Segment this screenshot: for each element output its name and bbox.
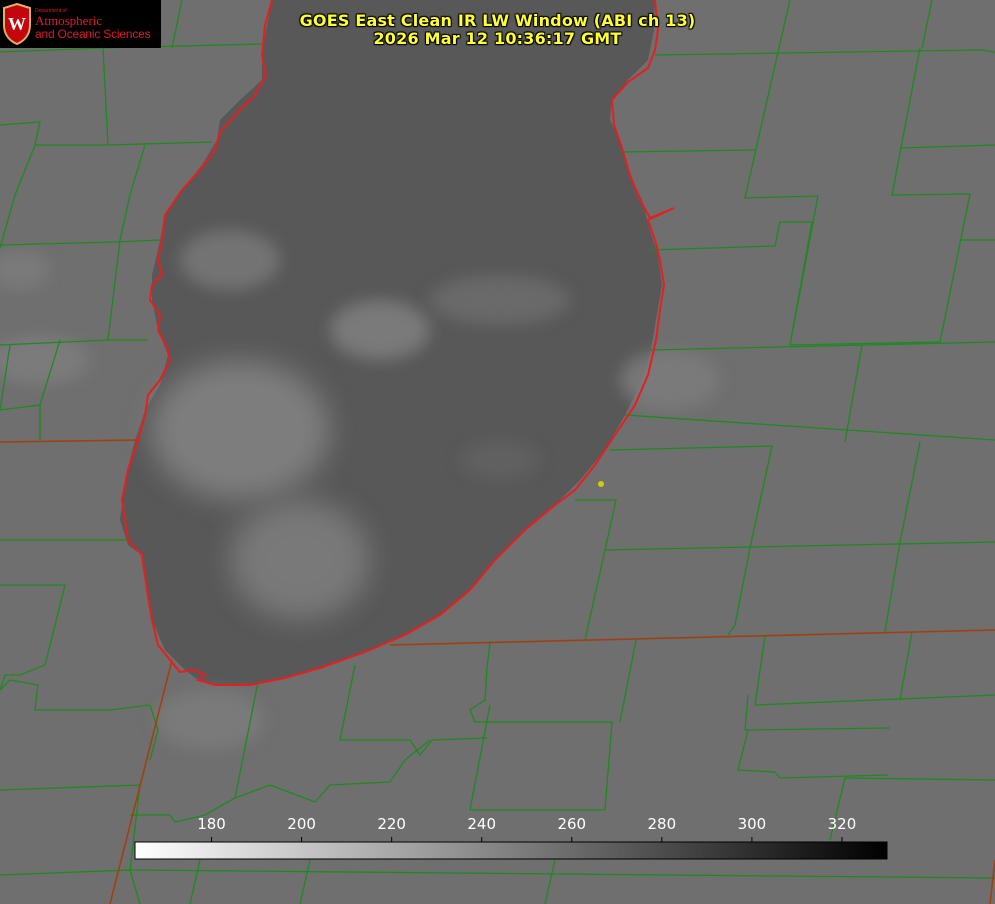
colorbar-tick-label-220: 220 — [377, 815, 406, 833]
colorbar-tick-label-240: 240 — [467, 815, 497, 833]
aos-logo: W Department of Atmospheric and Oceanic … — [0, 0, 161, 48]
colorbar-tick-label-200: 200 — [287, 815, 316, 833]
colorbar-tick-label-320: 320 — [827, 815, 857, 833]
colorbar-tick-label-300: 300 — [737, 815, 767, 833]
logo-line-2: and Oceanic Sciences — [35, 27, 151, 41]
colorbar-tick-label-180: 180 — [197, 815, 226, 833]
station-marker — [598, 481, 604, 487]
colorbar-tick-label-260: 260 — [557, 815, 587, 833]
uw-crest-icon: W — [3, 3, 31, 45]
satellite-map — [0, 0, 995, 904]
svg-text:W: W — [8, 14, 26, 34]
colorbar-gradient — [134, 841, 888, 860]
colorbar-tick-label-280: 280 — [647, 815, 677, 833]
logo-line-1: Atmospheric — [35, 13, 103, 28]
